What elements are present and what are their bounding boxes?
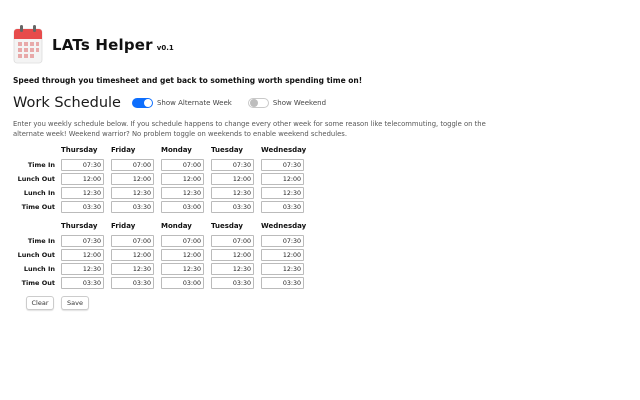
toggle-switch-off[interactable]: [247, 98, 269, 108]
time-input[interactable]: 12:00: [161, 173, 204, 185]
app-header: LATs Helper v0.1: [13, 24, 174, 66]
table-row: Lunch Out 12:00 12:00 12:00 12:00 12:00: [17, 172, 311, 186]
table-row: Time Out 03:30 03:30 03:00 03:30 03:30: [17, 200, 311, 214]
tagline: Speed through you timesheet and get back…: [13, 76, 363, 85]
row-label: Time In: [27, 237, 55, 245]
row-label: Lunch In: [23, 189, 55, 197]
table-row: Lunch In 12:30 12:30 12:30 12:30 12:30: [17, 262, 311, 276]
row-label: Lunch In: [23, 265, 55, 273]
schedule-table-week-1: Thursday Friday Monday Tuesday Wednesday…: [17, 146, 311, 214]
time-input[interactable]: 07:00: [111, 159, 154, 171]
day-header: Monday: [161, 146, 192, 154]
time-input[interactable]: 12:00: [211, 249, 254, 261]
time-input[interactable]: 12:30: [111, 263, 154, 275]
time-input[interactable]: 03:30: [111, 201, 154, 213]
row-label: Time Out: [21, 279, 55, 287]
save-button[interactable]: Save: [61, 296, 89, 310]
time-input[interactable]: 12:30: [161, 187, 204, 199]
day-header-row: Thursday Friday Monday Tuesday Wednesday: [17, 222, 311, 234]
instructions: Enter you weekly schedule below. If you …: [13, 120, 486, 138]
time-input[interactable]: 03:30: [61, 277, 104, 289]
toggle-label: Show Alternate Week: [156, 99, 232, 107]
time-input[interactable]: 12:30: [161, 263, 204, 275]
time-input[interactable]: 12:00: [161, 249, 204, 261]
toggle-label: Show Weekend: [272, 99, 327, 107]
schedule-table-week-2: Thursday Friday Monday Tuesday Wednesday…: [17, 222, 311, 290]
day-header: Wednesday: [261, 222, 307, 230]
time-input[interactable]: 07:30: [261, 159, 304, 171]
time-input[interactable]: 07:30: [261, 235, 304, 247]
day-header-row: Thursday Friday Monday Tuesday Wednesday: [17, 146, 311, 158]
time-input[interactable]: 07:30: [211, 159, 254, 171]
time-input[interactable]: 03:30: [261, 201, 304, 213]
day-header: Tuesday: [211, 146, 243, 154]
day-header: Friday: [111, 222, 136, 230]
time-input[interactable]: 12:30: [261, 187, 304, 199]
row-label: Time Out: [21, 203, 55, 211]
time-input[interactable]: 03:30: [211, 201, 254, 213]
table-row: Time In 07:30 07:00 07:00 07:30 07:30: [17, 158, 311, 172]
app-version: v0.1: [156, 44, 174, 52]
time-input[interactable]: 03:30: [211, 277, 254, 289]
time-input[interactable]: 07:30: [61, 235, 104, 247]
section-title: Work Schedule: [13, 95, 121, 111]
calendar-icon: [13, 25, 43, 64]
alternate-week-toggle[interactable]: Show Alternate Week: [131, 98, 232, 108]
table-row: Time Out 03:30 03:30 03:00 03:30 03:30: [17, 276, 311, 290]
row-label: Lunch Out: [17, 251, 55, 259]
time-input[interactable]: 03:00: [161, 277, 204, 289]
table-row: Lunch Out 12:00 12:00 12:00 12:00 12:00: [17, 248, 311, 262]
time-input[interactable]: 03:00: [161, 201, 204, 213]
time-input[interactable]: 12:30: [111, 187, 154, 199]
day-header: Friday: [111, 146, 136, 154]
weekend-toggle[interactable]: Show Weekend: [247, 98, 327, 108]
time-input[interactable]: 07:30: [61, 159, 104, 171]
time-input[interactable]: 07:00: [211, 235, 254, 247]
time-input[interactable]: 12:00: [111, 173, 154, 185]
time-input[interactable]: 12:30: [61, 187, 104, 199]
time-input[interactable]: 03:30: [111, 277, 154, 289]
day-header: Wednesday: [261, 146, 307, 154]
time-input[interactable]: 12:30: [211, 187, 254, 199]
time-input[interactable]: 07:00: [111, 235, 154, 247]
time-input[interactable]: 07:00: [161, 235, 204, 247]
time-input[interactable]: 12:30: [61, 263, 104, 275]
row-label: Time In: [27, 161, 55, 169]
clear-button[interactable]: Clear: [26, 296, 54, 310]
time-input[interactable]: 12:30: [211, 263, 254, 275]
time-input[interactable]: 07:00: [161, 159, 204, 171]
time-input[interactable]: 03:30: [61, 201, 104, 213]
time-input[interactable]: 12:00: [61, 249, 104, 261]
time-input[interactable]: 12:00: [261, 249, 304, 261]
time-input[interactable]: 03:30: [261, 277, 304, 289]
day-header: Thursday: [61, 222, 98, 230]
section-header: Work Schedule Show Alternate Week Show W…: [13, 93, 342, 113]
time-input[interactable]: 12:00: [211, 173, 254, 185]
day-header: Thursday: [61, 146, 98, 154]
app-title: LATs Helper: [52, 36, 153, 54]
day-header: Tuesday: [211, 222, 243, 230]
toggle-switch-on[interactable]: [131, 98, 153, 108]
time-input[interactable]: 12:00: [61, 173, 104, 185]
table-row: Time In 07:30 07:00 07:00 07:00 07:30: [17, 234, 311, 248]
time-input[interactable]: 12:00: [111, 249, 154, 261]
time-input[interactable]: 12:30: [261, 263, 304, 275]
day-header: Monday: [161, 222, 192, 230]
row-label: Lunch Out: [17, 175, 55, 183]
time-input[interactable]: 12:00: [261, 173, 304, 185]
table-row: Lunch In 12:30 12:30 12:30 12:30 12:30: [17, 186, 311, 200]
